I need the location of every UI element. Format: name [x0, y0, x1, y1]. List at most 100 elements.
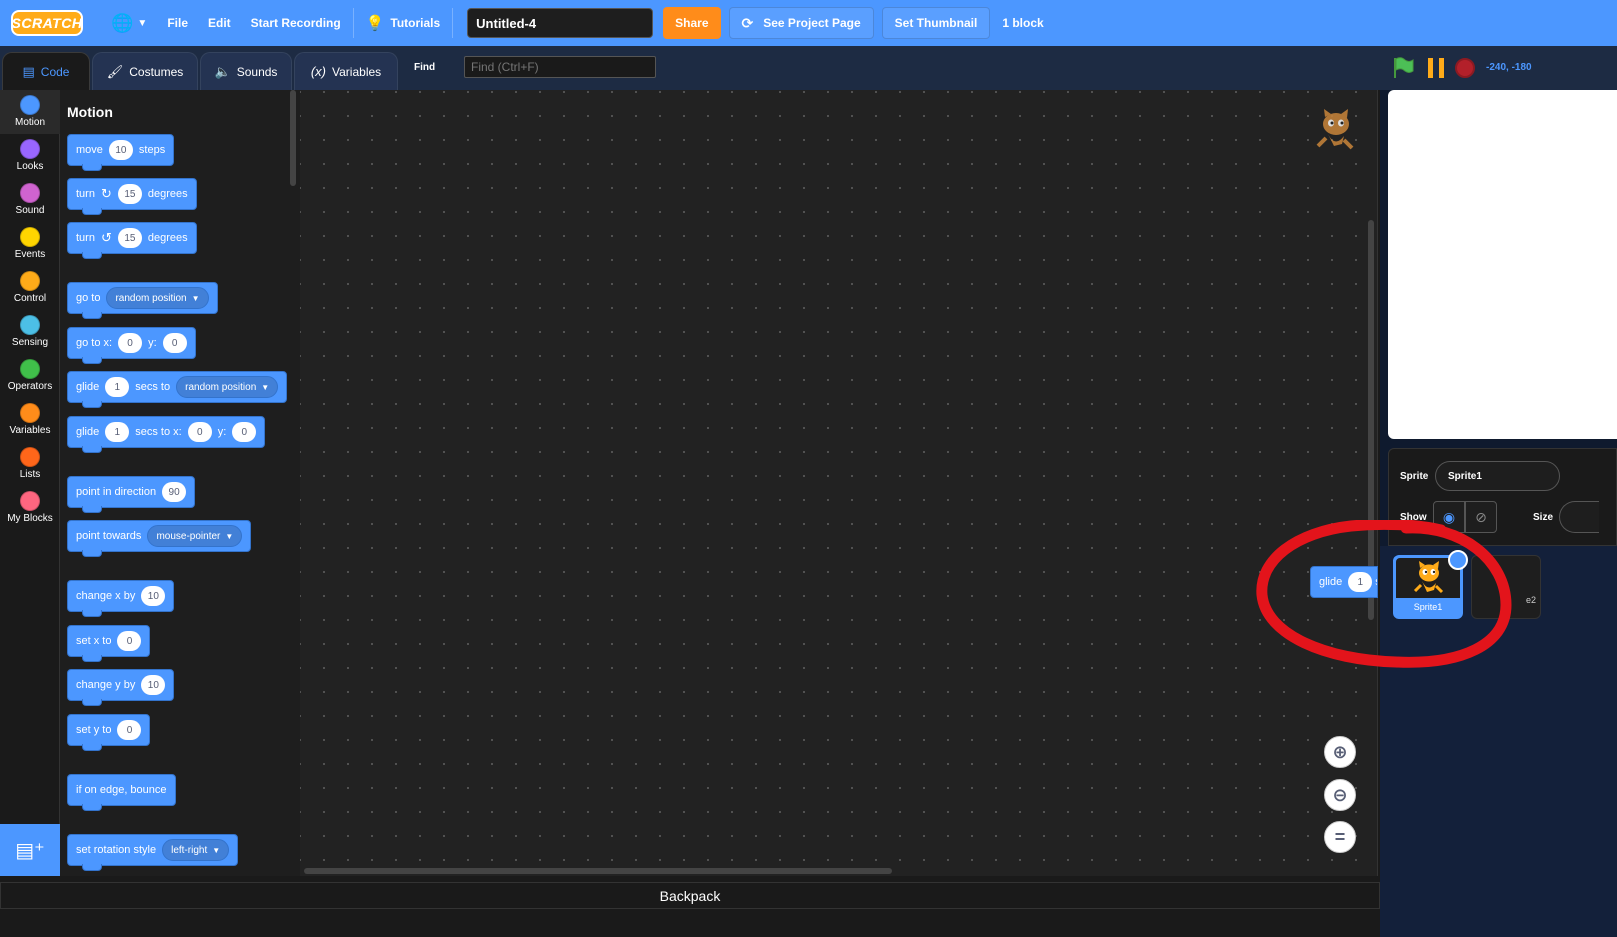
category-sound-dot	[20, 183, 40, 203]
block-glide-xy[interactable]: glide 1 secs to x: 0 y: 0	[67, 416, 266, 453]
dropdown-value: random position	[185, 381, 257, 393]
block-dropdown[interactable]: random position ▼	[176, 376, 279, 398]
block-point-towards[interactable]: point towards mouse-pointer ▼	[67, 520, 252, 557]
workspace-horizontal-scrollbar[interactable]	[304, 868, 892, 874]
start-recording-button[interactable]: Start Recording	[241, 0, 351, 46]
backpack-header[interactable]: Backpack	[0, 882, 1380, 909]
set-thumbnail-button[interactable]: Set Thumbnail	[881, 7, 991, 39]
block-set-rotation-style[interactable]: set rotation style left-right ▼	[67, 834, 239, 871]
category-sensing[interactable]: Sensing	[0, 310, 60, 354]
category-control[interactable]: Control	[0, 266, 60, 310]
block-number-input[interactable]: 1	[105, 377, 130, 397]
block-number-input[interactable]: 10	[141, 586, 166, 606]
zoom-in-icon: ⊕	[1332, 741, 1348, 762]
sprite-tile-sprite1[interactable]: Sprite1	[1393, 550, 1468, 619]
block-text: turn	[76, 188, 95, 200]
block-dropdown[interactable]: left-right ▼	[162, 839, 230, 861]
block-turn-right[interactable]: turn ↻ 15 degrees	[67, 178, 197, 215]
block-number-input[interactable]: 1	[1348, 572, 1373, 592]
block-glide-to[interactable]: glide 1 secs to random position ▼	[67, 371, 288, 408]
sprite-tile-2[interactable]: e2	[1471, 555, 1541, 619]
block-number-input[interactable]: 10	[141, 675, 166, 695]
block-move-steps[interactable]: move 10 steps	[67, 134, 175, 171]
block-set-y[interactable]: set y to 0	[67, 714, 151, 751]
category-operators[interactable]: Operators	[0, 354, 60, 398]
category-label: Operators	[7, 381, 53, 392]
category-sound[interactable]: Sound	[0, 178, 60, 222]
palette-scrollbar[interactable]	[290, 90, 296, 186]
block-dropdown[interactable]: mouse-pointer ▼	[147, 525, 243, 547]
category-label: My Blocks	[7, 513, 53, 524]
zoom-in-button[interactable]: ⊕	[1324, 736, 1356, 768]
category-label: Lists	[19, 469, 41, 480]
block-number-input[interactable]: 0	[117, 631, 142, 651]
stop-icon[interactable]	[1455, 58, 1475, 78]
block-count: 1 block	[1002, 16, 1044, 30]
category-my-blocks[interactable]: My Blocks	[0, 486, 60, 530]
tab-sounds[interactable]: 🔈 Sounds	[200, 52, 292, 90]
size-input[interactable]	[1559, 501, 1599, 533]
category-motion[interactable]: Motion	[0, 90, 60, 134]
block-number-input[interactable]: 10	[108, 140, 133, 160]
block-set-x[interactable]: set x to 0	[67, 625, 151, 662]
block-text: secs to	[135, 381, 171, 393]
block-go-to[interactable]: go to random position ▼	[67, 282, 218, 319]
category-variables[interactable]: Variables	[0, 398, 60, 442]
delete-sprite-button[interactable]	[1448, 550, 1468, 570]
find-input[interactable]	[464, 56, 656, 78]
menu-divider	[452, 8, 454, 38]
tab-costumes[interactable]: 🖌 Costumes	[92, 52, 198, 90]
sprite-name-input[interactable]	[1435, 461, 1560, 491]
block-turn-left[interactable]: turn ↺ 15 degrees	[67, 222, 197, 259]
block-text: if on edge, bounce	[76, 784, 167, 796]
block-number-input[interactable]: 0	[187, 422, 212, 442]
see-project-page-button[interactable]: ⟳ See Project Page	[728, 7, 874, 39]
dragged-glide-block[interactable]: glide 1 s	[1310, 566, 1378, 598]
sprite-tile-name: Sprite1	[1413, 602, 1443, 612]
language-menu[interactable]: 🌐 ▼	[101, 0, 157, 46]
tutorials-label: Tutorials	[390, 16, 441, 30]
block-number-input[interactable]: 0	[162, 333, 187, 353]
block-number-input[interactable]: 15	[117, 184, 142, 204]
hide-sprite-button[interactable]: ⊘	[1465, 501, 1497, 533]
share-button[interactable]: Share	[663, 7, 721, 39]
category-label: Motion	[14, 117, 45, 128]
block-point-in-direction[interactable]: point in direction 90	[67, 476, 196, 513]
stage-canvas[interactable]	[1388, 90, 1617, 439]
show-sprite-button[interactable]: ◉	[1433, 501, 1465, 533]
block-number-input[interactable]: 15	[117, 228, 142, 248]
category-events[interactable]: Events	[0, 222, 60, 266]
pause-icon[interactable]	[1426, 58, 1446, 78]
block-go-to-xy[interactable]: go to x: 0 y: 0	[67, 327, 196, 364]
block-number-input[interactable]: 90	[162, 482, 187, 502]
block-text: turn	[76, 232, 95, 244]
project-title-input[interactable]	[467, 8, 654, 38]
file-menu[interactable]: File	[157, 0, 198, 46]
add-extension-button[interactable]: ▤⁺	[0, 824, 60, 876]
dropdown-value: mouse-pointer	[156, 530, 221, 542]
tutorials-button[interactable]: 💡 Tutorials	[356, 0, 450, 46]
workspace-vertical-scrollbar[interactable]	[1368, 220, 1374, 620]
dropdown-value: random position	[115, 292, 187, 304]
tab-code[interactable]: ▤ Code	[2, 52, 90, 90]
category-lists[interactable]: Lists	[0, 442, 60, 486]
menu-divider	[352, 8, 354, 38]
script-workspace[interactable]: glide 1 s ⊕ ⊖ =	[300, 90, 1378, 876]
block-change-x[interactable]: change x by 10	[67, 580, 175, 617]
block-if-on-edge-bounce[interactable]: if on edge, bounce	[67, 774, 176, 811]
category-label: Control	[13, 293, 47, 304]
block-dropdown[interactable]: random position ▼	[106, 287, 209, 309]
zoom-out-button[interactable]: ⊖	[1324, 779, 1356, 811]
green-flag-icon[interactable]	[1392, 56, 1414, 80]
category-looks[interactable]: Looks	[0, 134, 60, 178]
block-number-input[interactable]: 0	[117, 720, 142, 740]
edit-menu[interactable]: Edit	[198, 0, 241, 46]
zoom-reset-button[interactable]: =	[1324, 821, 1356, 853]
block-number-input[interactable]: 0	[118, 333, 143, 353]
scratch-logo[interactable]: SCRATCH	[11, 10, 83, 36]
block-change-y[interactable]: change y by 10	[67, 669, 175, 706]
block-number-input[interactable]: 1	[105, 422, 130, 442]
block-number-input[interactable]: 0	[232, 422, 257, 442]
category-label: Looks	[16, 161, 44, 172]
tab-variables[interactable]: (x) Variables	[294, 52, 398, 90]
